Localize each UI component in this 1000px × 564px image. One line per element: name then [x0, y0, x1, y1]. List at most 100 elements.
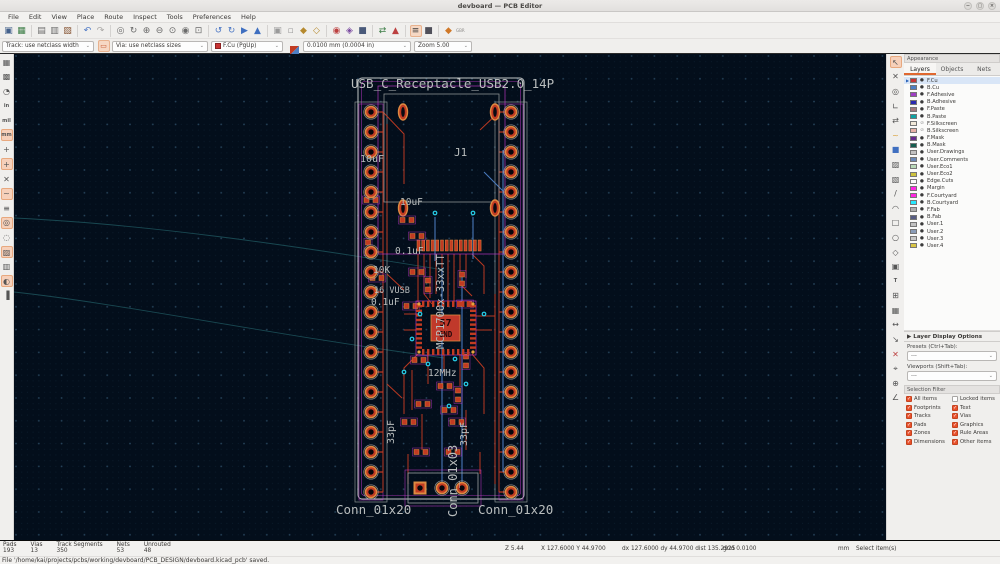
- draw-table-icon[interactable]: ▦: [890, 304, 902, 316]
- layer-color-swatch[interactable]: [910, 149, 917, 155]
- layer-row-user-4[interactable]: ● User.4: [904, 242, 1000, 249]
- layer-color-swatch[interactable]: [910, 171, 917, 177]
- layer-visible-icon[interactable]: ●: [919, 107, 925, 112]
- dimension-icon[interactable]: ↔: [890, 319, 902, 331]
- layer-pair-icon[interactable]: [289, 41, 300, 55]
- plugin-manager-icon[interactable]: ■: [423, 25, 435, 37]
- layer-color-swatch[interactable]: [910, 214, 917, 220]
- presets-select[interactable]: --- ⌄: [907, 351, 997, 361]
- layer-row-edge-cuts[interactable]: ● Edge.Cuts: [904, 178, 1000, 185]
- menu-inspect[interactable]: Inspect: [128, 13, 162, 21]
- print-icon[interactable]: ▥: [49, 25, 61, 37]
- checkbox-checked[interactable]: ✓: [906, 421, 912, 428]
- delete-tool-icon[interactable]: ✕: [890, 348, 902, 360]
- layer-visible-icon[interactable]: ●: [919, 243, 925, 248]
- measure-tool-icon[interactable]: ∠: [890, 392, 902, 404]
- curved-ratsnest-icon[interactable]: ~: [0, 187, 13, 200]
- layer-visible-icon[interactable]: ●: [919, 157, 925, 162]
- layers-manager-toggle-icon[interactable]: ▐: [1, 290, 13, 302]
- save-icon[interactable]: ▣: [3, 25, 15, 37]
- layer-visible-icon[interactable]: ●: [919, 150, 925, 155]
- layer-row-user-drawings[interactable]: ● User.Drawings: [904, 149, 1000, 156]
- filter-rule-areas[interactable]: ✓ Rule Areas: [952, 430, 998, 437]
- zone-display-filled-icon[interactable]: ▨: [0, 246, 13, 259]
- draw-textbox-icon[interactable]: ⊞: [890, 290, 902, 302]
- footprint-editor-icon[interactable]: ◈: [344, 25, 356, 37]
- pcb-canvas[interactable]: 57 GND USB_C_Receptacle_USB2.0_14P J1 MCP170…: [13, 54, 886, 540]
- layer-visible-icon[interactable]: ●: [919, 200, 925, 205]
- track-width-auto-icon[interactable]: ▭: [97, 40, 110, 52]
- menu-help[interactable]: Help: [236, 13, 261, 21]
- zone-display-outline-icon[interactable]: ▥: [1, 261, 13, 273]
- filter-zones[interactable]: ✓ Zones: [906, 430, 952, 437]
- zoom-in-icon[interactable]: ⊕: [141, 25, 153, 37]
- layer-color-swatch[interactable]: [910, 185, 917, 191]
- layer-row-user-1[interactable]: ● User.1: [904, 221, 1000, 228]
- track-display-mode-icon[interactable]: ≡: [1, 202, 13, 214]
- track-width-select[interactable]: Track: use netclass width ⌄: [2, 40, 94, 52]
- filter-locked-items[interactable]: Locked items: [952, 396, 998, 402]
- units-mils-icon[interactable]: mil: [1, 115, 13, 127]
- layer-display-options[interactable]: ▶ Layer Display Options: [904, 331, 1000, 342]
- layer-color-swatch[interactable]: [910, 164, 917, 170]
- layer-row-b-silkscreen[interactable]: ⊘ B.Silkscreen: [904, 127, 1000, 134]
- refresh-icon[interactable]: ↻: [128, 25, 140, 37]
- menu-route[interactable]: Route: [99, 13, 128, 21]
- minimize-button[interactable]: −: [964, 2, 972, 10]
- tune-track-length-icon[interactable]: ~: [890, 129, 902, 141]
- layer-row-user-2[interactable]: ● User.2: [904, 228, 1000, 235]
- checkbox-checked[interactable]: ✓: [952, 421, 958, 428]
- tab-layers[interactable]: Layers: [904, 63, 936, 75]
- layer-visible-icon[interactable]: ●: [919, 222, 925, 227]
- layer-visible-icon[interactable]: ●: [919, 114, 925, 119]
- filter-other-items[interactable]: ✓ Other items: [952, 438, 998, 445]
- layer-row-user-3[interactable]: ● User.3: [904, 235, 1000, 242]
- via-display-mode-icon[interactable]: ◎: [0, 216, 13, 229]
- zoom-select[interactable]: Zoom 5.00 ⌄: [414, 40, 472, 52]
- checkbox-checked[interactable]: ✓: [952, 430, 958, 437]
- rotate-cw-icon[interactable]: ↻: [226, 25, 238, 37]
- board-setup-icon[interactable]: ▦: [16, 25, 28, 37]
- checkbox-checked[interactable]: ✓: [906, 396, 912, 402]
- layer-color-swatch[interactable]: [910, 229, 917, 235]
- layer-color-swatch[interactable]: [910, 157, 917, 163]
- layer-row-b-mask[interactable]: ● B.Mask: [904, 142, 1000, 149]
- checkbox-unchecked[interactable]: [952, 396, 958, 402]
- active-layer-select[interactable]: F.Cu (PgUp) ⌄: [211, 40, 283, 52]
- units-mm-icon[interactable]: mm: [0, 129, 13, 142]
- 3d-viewer-icon[interactable]: ■: [357, 25, 369, 37]
- place-footprint-icon[interactable]: ■: [890, 144, 902, 156]
- undo-icon[interactable]: ↶: [82, 25, 94, 37]
- titlebar[interactable]: devboard — PCB Editor − ▢ ×: [0, 0, 1000, 12]
- layer-visible-icon[interactable]: ●: [919, 78, 925, 83]
- zoom-fit-objects-icon[interactable]: ◉: [180, 25, 192, 37]
- filter-text[interactable]: ✓ Text: [952, 404, 998, 411]
- redo-icon[interactable]: ↷: [95, 25, 107, 37]
- rotate-ccw-icon[interactable]: ↺: [213, 25, 225, 37]
- layer-row-f-paste[interactable]: ● F.Paste: [904, 106, 1000, 113]
- plot-icon[interactable]: ▧: [62, 25, 74, 37]
- layer-color-swatch[interactable]: [910, 114, 917, 120]
- layer-row-user-eco2[interactable]: ● User.Eco2: [904, 170, 1000, 177]
- schematic-sync-check-icon[interactable]: ▲: [390, 25, 402, 37]
- layer-color-swatch[interactable]: [910, 92, 917, 98]
- grid-origin-icon[interactable]: ⌖: [890, 363, 902, 375]
- layer-visible-icon[interactable]: ●: [919, 92, 925, 97]
- draw-circle-icon[interactable]: ○: [890, 231, 902, 243]
- update-from-schematic-icon[interactable]: ⇄: [377, 25, 389, 37]
- tab-nets[interactable]: Nets: [968, 63, 1000, 75]
- gerber-export-icon[interactable]: ◆: [443, 25, 455, 37]
- mirror-h-icon[interactable]: ▶: [239, 25, 251, 37]
- filter-pads[interactable]: ✓ Pads: [906, 421, 952, 428]
- scripting-console-icon[interactable]: ≡: [409, 24, 422, 37]
- filter-tracks[interactable]: ✓ Tracks: [906, 413, 952, 420]
- layer-color-swatch[interactable]: [910, 236, 917, 242]
- checkbox-checked[interactable]: ✓: [906, 404, 912, 411]
- highlight-net-icon[interactable]: ◎: [890, 85, 902, 97]
- cursor-full-crosshair-icon[interactable]: +: [0, 158, 13, 171]
- layer-color-swatch[interactable]: [910, 128, 917, 134]
- via-size-select[interactable]: Via: use netclass sizes ⌄: [112, 40, 208, 52]
- draw-rule-area-icon[interactable]: ▧: [890, 173, 902, 185]
- menu-view[interactable]: View: [46, 13, 71, 21]
- layer-color-swatch[interactable]: [910, 78, 917, 84]
